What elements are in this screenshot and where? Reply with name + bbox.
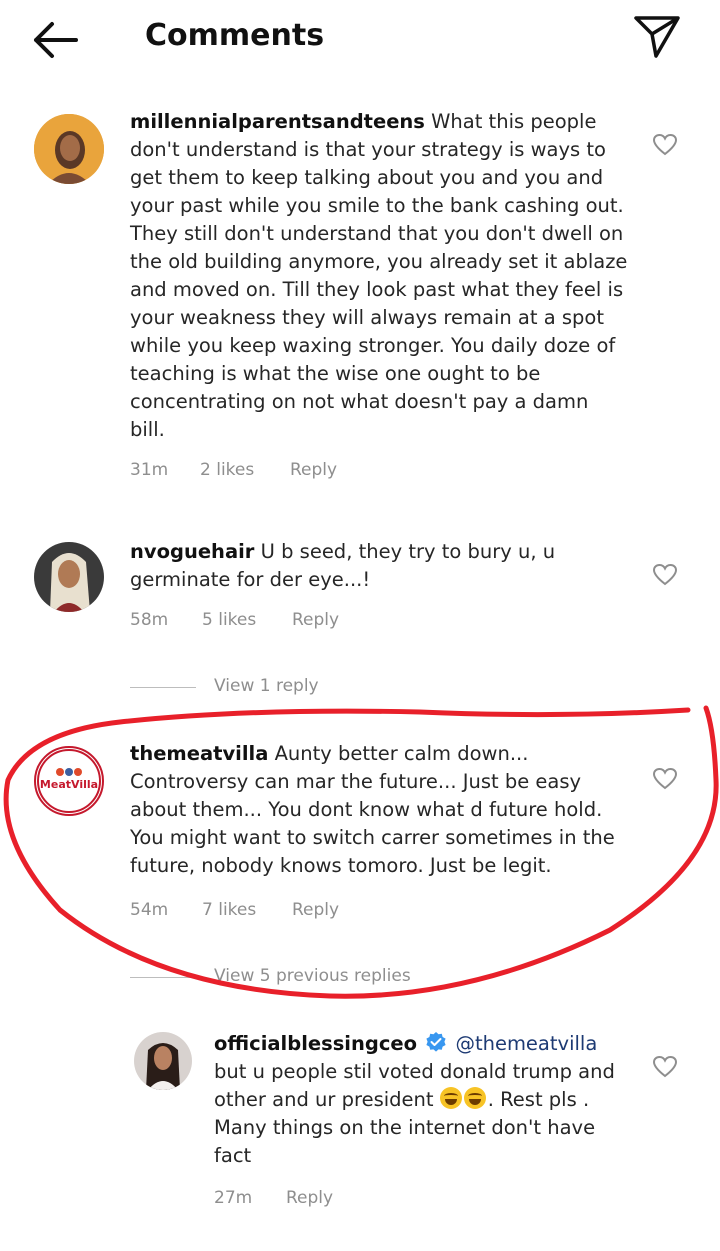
- meatvilla-logo-icon: MeatVilla: [37, 749, 101, 813]
- view-replies-label: View 5 previous replies: [214, 966, 411, 986]
- avatar[interactable]: [34, 114, 104, 184]
- page-title: Comments: [145, 18, 325, 53]
- avatar-image: [34, 542, 104, 612]
- avatar[interactable]: [134, 1032, 192, 1090]
- back-button[interactable]: [28, 18, 84, 62]
- comment-username[interactable]: millennialparentsandteens: [130, 110, 425, 133]
- arrow-left-icon: [34, 22, 78, 58]
- share-button[interactable]: [628, 10, 684, 62]
- comment-likes[interactable]: 5 likes: [202, 610, 256, 630]
- reply-button[interactable]: Reply: [286, 1188, 333, 1208]
- comment-body: themeatvilla Aunty better calm down... C…: [130, 740, 630, 880]
- heart-icon: [652, 133, 678, 156]
- comment-time: 31m: [130, 460, 169, 480]
- heart-icon: [652, 563, 678, 586]
- divider-line: [130, 687, 196, 688]
- comment-username[interactable]: nvoguehair: [130, 540, 254, 563]
- mention-link[interactable]: @themeatvilla: [455, 1032, 597, 1055]
- view-replies-button[interactable]: View 5 previous replies: [130, 966, 450, 990]
- comment-body: millennialparentsandteens What this peop…: [130, 108, 628, 444]
- avatar-image: [34, 114, 104, 184]
- avatar-logo-text: MeatVilla: [40, 778, 98, 791]
- comment-text: What this people don't understand is tha…: [130, 110, 628, 441]
- view-replies-label: View 1 reply: [214, 676, 319, 696]
- comment-time: 58m: [130, 610, 169, 630]
- divider-line: [130, 977, 196, 978]
- verified-badge-icon: [426, 1032, 446, 1052]
- comment-time: 54m: [130, 900, 169, 920]
- laughing-emoji-icon: [439, 1087, 462, 1109]
- avatar[interactable]: [34, 542, 104, 612]
- reply-button[interactable]: Reply: [292, 900, 339, 920]
- like-button[interactable]: [652, 1054, 678, 1080]
- like-button[interactable]: [652, 766, 678, 792]
- paper-plane-icon: [634, 16, 680, 58]
- like-button[interactable]: [652, 562, 678, 588]
- avatar[interactable]: MeatVilla: [34, 746, 104, 816]
- heart-icon: [652, 1055, 678, 1078]
- reply-body: officialblessingceo @themeatvilla but u …: [214, 1030, 630, 1170]
- comment-likes[interactable]: 2 likes: [200, 460, 254, 480]
- laughing-emoji-icon: [463, 1087, 486, 1109]
- reply-time: 27m: [214, 1188, 253, 1208]
- reply-button[interactable]: Reply: [290, 460, 337, 480]
- reply-username[interactable]: officialblessingceo: [214, 1032, 417, 1055]
- comment-body: nvoguehair U b seed, they try to bury u,…: [130, 538, 590, 594]
- header-bar: Comments: [0, 0, 720, 80]
- comment-username[interactable]: themeatvilla: [130, 742, 268, 765]
- like-button[interactable]: [652, 132, 678, 158]
- comment-likes[interactable]: 7 likes: [202, 900, 256, 920]
- reply-button[interactable]: Reply: [292, 610, 339, 630]
- avatar-image: [134, 1032, 192, 1090]
- heart-icon: [652, 767, 678, 790]
- view-replies-button[interactable]: View 1 reply: [130, 676, 430, 700]
